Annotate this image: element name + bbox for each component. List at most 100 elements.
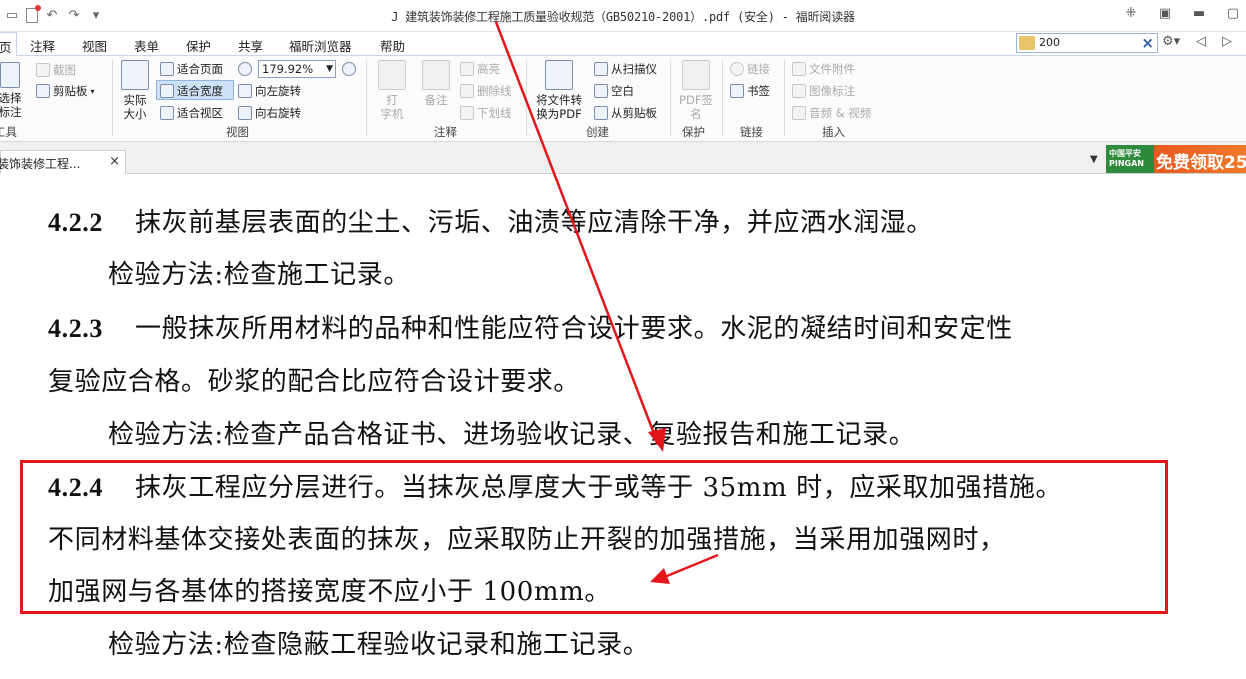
clause-4-2-3: 4.2.3 一般抹灰所用材料的品种和性能应符合设计要求。水泥的凝结时间和安定性 xyxy=(48,308,1013,345)
minimize-icon[interactable]: ▬ xyxy=(1192,6,1206,21)
tab-comment[interactable]: 注释 xyxy=(30,36,55,55)
select-arrow-icon xyxy=(0,62,20,88)
rotate-right-button[interactable]: 向右旋转 xyxy=(238,105,301,121)
blank-page-button[interactable]: 空白 xyxy=(594,83,634,99)
maximize-icon[interactable]: ▢ xyxy=(1226,6,1240,21)
highlight-label: 高亮 xyxy=(477,62,500,76)
select-label: 选择 xyxy=(0,91,22,105)
ribbon-separator xyxy=(670,60,671,136)
rotate-left-button[interactable]: 向左旋转 xyxy=(238,83,301,99)
note-button[interactable]: 备注 xyxy=(418,60,454,107)
tab-form[interactable]: 表单 xyxy=(134,36,159,55)
link-button[interactable]: 链接 xyxy=(730,61,770,77)
screenshot-label: 截图 xyxy=(53,63,76,77)
red-highlight-rectangle xyxy=(20,460,1168,614)
advertisement-banner[interactable]: 中国平安 PINGAN 免费领取25 xyxy=(1106,145,1246,173)
highlight-button[interactable]: 高亮 xyxy=(460,61,500,77)
clause-4-2-2: 4.2.2 抹灰前基层表面的尘土、污垢、油渍等应清除干净，并应洒水润湿。 xyxy=(48,202,933,239)
camera-icon xyxy=(36,63,50,77)
file-attachment-button[interactable]: 文件附件 xyxy=(792,61,855,77)
select-annotation-button[interactable]: 选择 标注 xyxy=(0,62,26,119)
typewriter-icon xyxy=(378,60,406,90)
zoom-dropdown-icon: ▼ xyxy=(326,64,333,74)
typewriter-label-1: 打 xyxy=(386,93,398,107)
layout-grid-icon[interactable]: ⁜ xyxy=(1124,6,1138,21)
inspection-method-line: 检验方法:检查产品合格证书、进场验收记录、复验报告和施工记录。 xyxy=(108,420,916,450)
fit-visible-label: 适合视区 xyxy=(177,106,223,120)
bookmark-button[interactable]: 书签 xyxy=(730,83,770,99)
actual-size-label-2: 大小 xyxy=(123,107,147,121)
link-icon xyxy=(730,62,744,76)
fit-width-label: 适合宽度 xyxy=(177,84,223,98)
actual-size-icon xyxy=(121,60,149,90)
fit-page-button[interactable]: 适合页面 xyxy=(160,61,223,77)
clipboard-button[interactable]: 剪贴板 ▾ xyxy=(36,83,95,99)
clause-number: 4.2.2 xyxy=(48,208,103,237)
pen-sign-icon xyxy=(682,60,710,90)
from-clipboard-button[interactable]: 从剪贴板 xyxy=(594,105,657,121)
from-clipboard-label: 从剪贴板 xyxy=(611,106,657,120)
tab-view[interactable]: 视图 xyxy=(82,36,107,55)
close-tab-icon[interactable]: × xyxy=(109,154,120,169)
paste-icon xyxy=(594,106,608,120)
convert-label-1: 将文件转 xyxy=(536,93,582,107)
tab-home[interactable]: 页 xyxy=(0,32,17,57)
clause-text: 抹灰前基层表面的尘土、污垢、油渍等应清除干净，并应洒水润湿。 xyxy=(135,208,934,238)
tab-protect[interactable]: 保护 xyxy=(186,36,211,55)
fit-visible-button[interactable]: 适合视区 xyxy=(160,105,223,121)
strikeout-icon xyxy=(460,84,474,98)
fit-width-button[interactable]: 适合宽度 xyxy=(160,83,223,99)
group-insert-label: 插入 xyxy=(822,125,845,139)
image-label: 图像标注 xyxy=(809,84,855,98)
strikeout-button[interactable]: 删除线 xyxy=(460,83,512,99)
group-create-label: 创建 xyxy=(586,125,609,139)
from-scanner-button[interactable]: 从扫描仪 xyxy=(594,61,657,77)
bookmark-icon xyxy=(730,84,744,98)
tab-share[interactable]: 共享 xyxy=(238,36,263,55)
previous-result-icon[interactable]: ◁ xyxy=(1196,34,1206,49)
clause-text-continuation: 复验应合格。砂浆的配合比应符合设计要求。 xyxy=(48,367,581,397)
link-label: 链接 xyxy=(747,62,770,76)
group-protect-label: 保护 xyxy=(682,125,705,139)
sign-label-1: PDF签 xyxy=(679,93,713,107)
group-comment-label: 注释 xyxy=(434,125,457,139)
image-annotation-button[interactable]: 图像标注 xyxy=(792,83,855,99)
image-icon xyxy=(792,84,806,98)
group-links-label: 链接 xyxy=(740,125,763,139)
typewriter-button[interactable]: 打 字机 xyxy=(374,60,410,121)
ad-text: 免费领取25 xyxy=(1156,153,1246,173)
rotate-left-label: 向左旋转 xyxy=(255,84,301,98)
tab-foxit-browser[interactable]: 福昕浏览器 xyxy=(289,36,352,55)
pdf-sign-button[interactable]: PDF签 名 xyxy=(676,60,716,121)
zoom-in-icon[interactable] xyxy=(342,62,356,76)
actual-size-button[interactable]: 实际 大小 xyxy=(118,60,152,121)
ad-logo-line2: PINGAN xyxy=(1109,159,1144,168)
note-icon xyxy=(422,60,450,90)
fit-visible-icon xyxy=(160,106,174,120)
restore-icon[interactable]: ▣ xyxy=(1158,6,1172,21)
zoom-out-icon[interactable] xyxy=(238,62,252,76)
tab-help[interactable]: 帮助 xyxy=(380,36,405,55)
underline-button[interactable]: 下划线 xyxy=(460,105,512,121)
video-icon xyxy=(792,106,806,120)
inspection-method-line: 检验方法:检查施工记录。 xyxy=(108,260,410,290)
ad-logo: 中国平安 PINGAN xyxy=(1109,149,1144,169)
rotate-right-label: 向右旋转 xyxy=(255,106,301,120)
actual-size-label-1: 实际 xyxy=(123,93,147,107)
clause-number: 4.2.3 xyxy=(48,314,103,343)
audio-video-button[interactable]: 音频 & 视频 xyxy=(792,105,871,121)
clear-search-icon[interactable]: × xyxy=(1141,34,1154,52)
next-result-icon[interactable]: ▷ xyxy=(1222,34,1232,49)
attachment-label: 文件附件 xyxy=(809,62,855,76)
scanner-icon xyxy=(594,62,608,76)
from-scanner-label: 从扫描仪 xyxy=(611,62,657,76)
convert-to-pdf-button[interactable]: 将文件转 换为PDF xyxy=(532,60,586,121)
document-tab[interactable]: 装饰装修工程... × xyxy=(0,150,126,174)
tab-list-dropdown-icon[interactable]: ▼ xyxy=(1090,154,1098,165)
zoom-select[interactable]: 179.92% ▼ xyxy=(258,60,336,78)
typewriter-label-2: 字机 xyxy=(380,107,404,121)
settings-gear-icon[interactable]: ⚙▾ xyxy=(1162,34,1180,49)
search-input[interactable]: 200 × xyxy=(1016,33,1158,53)
ribbon-separator xyxy=(366,60,367,136)
screenshot-button[interactable]: 截图 xyxy=(36,62,76,78)
